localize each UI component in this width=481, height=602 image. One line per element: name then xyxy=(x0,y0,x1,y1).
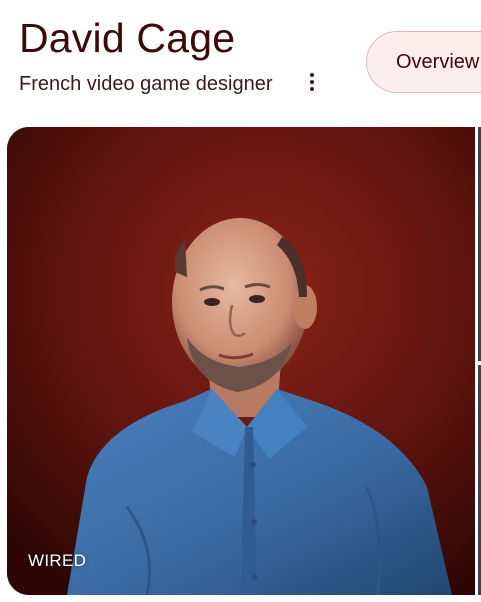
portrait-image[interactable]: WIRED xyxy=(7,127,475,595)
portrait-illustration xyxy=(7,127,475,595)
more-options-icon[interactable] xyxy=(302,70,322,94)
tab-overview[interactable]: Overview xyxy=(366,31,481,93)
page-title: David Cage xyxy=(19,15,236,61)
entity-description: French video game designer xyxy=(19,73,273,95)
knowledge-panel: David Cage French video game designer Ov… xyxy=(0,0,481,602)
tab-overview-label: Overview xyxy=(396,50,480,73)
image-source-label: WIRED xyxy=(28,551,87,570)
